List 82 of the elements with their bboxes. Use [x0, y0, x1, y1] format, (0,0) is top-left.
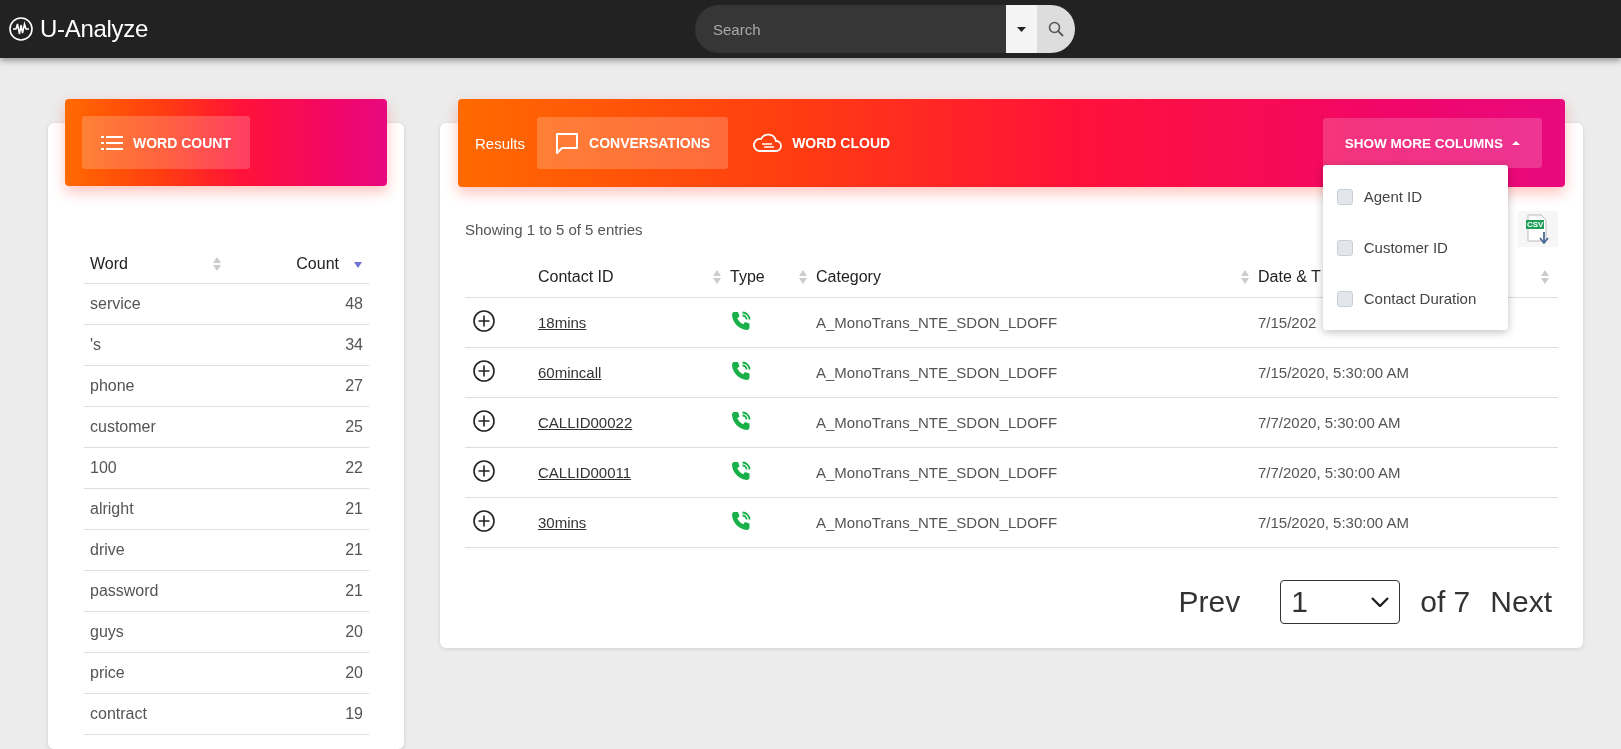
phone-icon	[730, 510, 752, 532]
count-cell: 48	[228, 283, 369, 325]
results-label: Results	[475, 134, 526, 152]
contact-id-link[interactable]: CALLID00022	[538, 414, 633, 431]
date-cell: 7/7/2020, 5:30:00 AM	[1258, 447, 1558, 498]
category-cell: A_MonoTrans_NTE_SDON_LDOFF	[816, 497, 1258, 548]
count-cell: 34	[228, 324, 369, 366]
word-cell: guys	[84, 611, 229, 653]
count-cell: 21	[228, 529, 369, 571]
column-header: Category	[816, 268, 881, 286]
expand-icon[interactable]	[473, 410, 495, 432]
word-cell: 's	[84, 324, 229, 366]
column-header: Date & T	[1258, 268, 1321, 286]
sort-icon[interactable]	[212, 256, 223, 272]
phone-icon	[730, 310, 752, 332]
app-title: U-Analyze	[40, 15, 148, 43]
category-cell: A_MonoTrans_NTE_SDON_LDOFF	[816, 347, 1258, 398]
count-cell: 25	[228, 406, 369, 448]
column-header: Word	[90, 255, 128, 273]
sort-icon[interactable]	[1540, 269, 1550, 285]
column-header: Count	[296, 255, 339, 273]
word-cell: service	[84, 283, 229, 325]
word-cell: phone	[84, 365, 229, 407]
date-cell: 7/15/2020, 5:30:00 AM	[1258, 347, 1558, 398]
next-button[interactable]: Next	[1484, 585, 1558, 619]
chevron-down-icon	[1371, 597, 1390, 607]
search-field[interactable]: Search	[695, 5, 1006, 53]
column-option[interactable]: Contact Duration	[1322, 273, 1508, 324]
count-cell: 20	[228, 652, 369, 694]
count-cell: 22	[228, 447, 369, 489]
entries-summary: Showing 1 to 5 of 5 entries	[465, 220, 643, 238]
word-cell: alright	[84, 488, 229, 530]
expand-icon[interactable]	[473, 510, 495, 532]
page-count: of 7	[1420, 585, 1471, 619]
prev-button[interactable]: Prev	[1172, 585, 1247, 619]
column-header: Type	[730, 268, 765, 286]
word-cloud-tab[interactable]: WORD CLOUD	[734, 117, 909, 169]
logo-icon	[8, 16, 34, 42]
expand-icon[interactable]	[473, 460, 495, 482]
category-cell: A_MonoTrans_NTE_SDON_LDOFF	[816, 447, 1258, 498]
category-cell: A_MonoTrans_NTE_SDON_LDOFF	[816, 297, 1258, 348]
sort-icon[interactable]	[1240, 269, 1250, 285]
count-cell: 20	[228, 611, 369, 653]
phone-icon	[730, 410, 752, 432]
column-header: Contact ID	[538, 268, 614, 286]
date-cell: 7/7/2020, 5:30:00 AM	[1258, 397, 1558, 448]
word-cell: contract	[84, 693, 229, 735]
contact-id-link[interactable]: CALLID00011	[538, 464, 632, 481]
checkbox[interactable]	[1336, 290, 1353, 307]
search-button[interactable]	[1037, 5, 1075, 53]
word-cell: password	[84, 570, 229, 612]
count-cell: 19	[228, 693, 369, 735]
contact-id-link[interactable]: 30mins	[538, 514, 587, 531]
date-cell: 7/15/2020, 5:30:00 AM	[1258, 497, 1558, 548]
phone-icon	[730, 360, 752, 382]
expand-icon[interactable]	[473, 360, 495, 382]
caret-up-icon	[1512, 141, 1520, 145]
count-cell: 21	[228, 488, 369, 530]
contact-id-link[interactable]: 60mincall	[538, 364, 602, 381]
cloud-icon	[752, 133, 783, 153]
word-cell: price	[84, 652, 229, 694]
sort-icon[interactable]	[712, 269, 722, 285]
caret-icon	[1017, 26, 1026, 32]
word-cell: customer	[84, 406, 229, 448]
sort-icon[interactable]	[798, 269, 808, 285]
word-cell: drive	[84, 529, 229, 571]
count-cell: 27	[228, 365, 369, 407]
show-more-columns-button[interactable]: SHOW MORE COLUMNS	[1322, 118, 1542, 168]
chat-icon	[555, 132, 580, 154]
word-cell: 100	[84, 447, 229, 489]
count-cell: 21	[228, 570, 369, 612]
search-icon	[1048, 21, 1064, 37]
checkbox[interactable]	[1336, 188, 1353, 205]
page-select[interactable]: 1	[1280, 580, 1401, 624]
list-icon	[101, 135, 123, 150]
phone-icon	[730, 460, 752, 482]
contact-id-link[interactable]: 18mins	[538, 314, 587, 331]
expand-icon[interactable]	[473, 310, 495, 332]
checkbox[interactable]	[1336, 239, 1353, 256]
category-cell: A_MonoTrans_NTE_SDON_LDOFF	[816, 397, 1258, 448]
column-option[interactable]: Agent ID	[1322, 171, 1508, 222]
column-option[interactable]: Customer ID	[1322, 222, 1508, 273]
